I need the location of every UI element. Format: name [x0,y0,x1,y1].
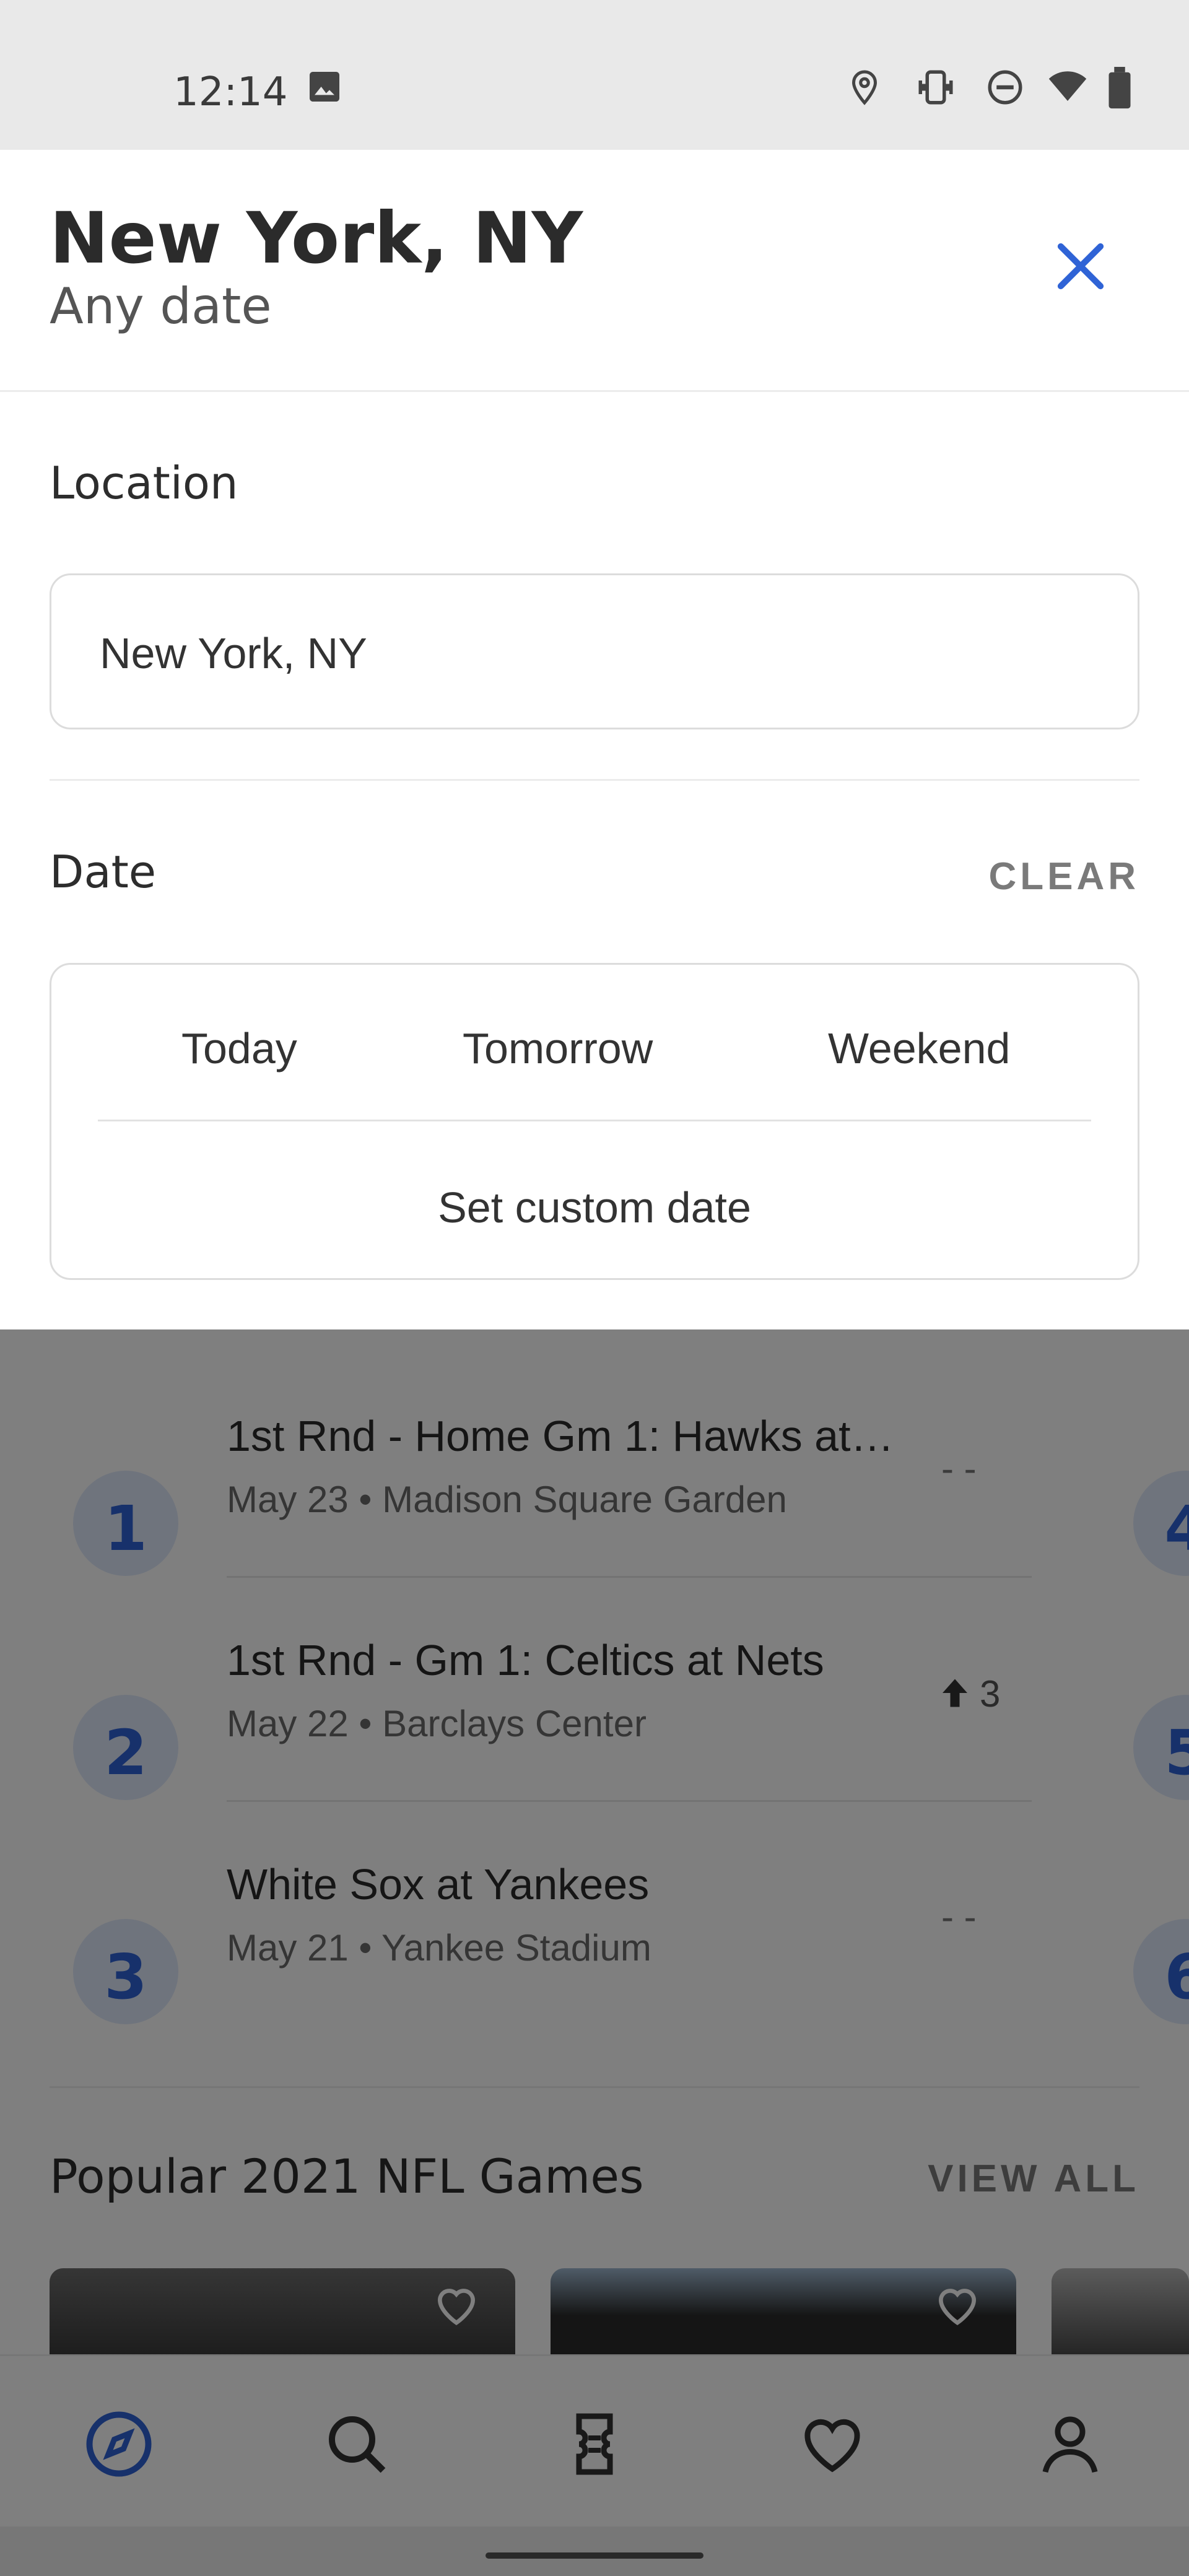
close-icon[interactable] [1047,232,1115,300]
battery-icon [1108,67,1131,109]
divider [98,1120,1091,1121]
clear-date-button[interactable]: CLEAR [988,855,1139,899]
divider [50,779,1139,781]
date-option-weekend[interactable]: Weekend [828,1024,1010,1073]
page-title: New York, NY [50,197,583,279]
vibrate-icon [918,70,953,105]
wifi-icon [1048,71,1087,101]
location-icon [851,70,878,105]
date-option-tomorrow[interactable]: Tomorrow [463,1024,653,1073]
location-label: Location [50,457,238,509]
location-field[interactable]: New York, NY [50,573,1139,729]
date-label: Date [50,846,157,898]
header-divider [0,390,1189,392]
page-subtitle: Any date [50,277,272,335]
date-option-today[interactable]: Today [181,1024,297,1073]
modal-scrim[interactable] [0,1329,1189,2576]
status-bar: 12:14 [0,0,1189,150]
set-custom-date-button[interactable]: Set custom date [51,1183,1138,1232]
dnd-icon [988,70,1022,105]
date-options: Today Tomorrow Weekend Set custom date [50,963,1139,1280]
location-value: New York, NY [100,629,367,677]
status-time: 12:14 [173,69,288,115]
image-notification-icon [310,72,339,102]
